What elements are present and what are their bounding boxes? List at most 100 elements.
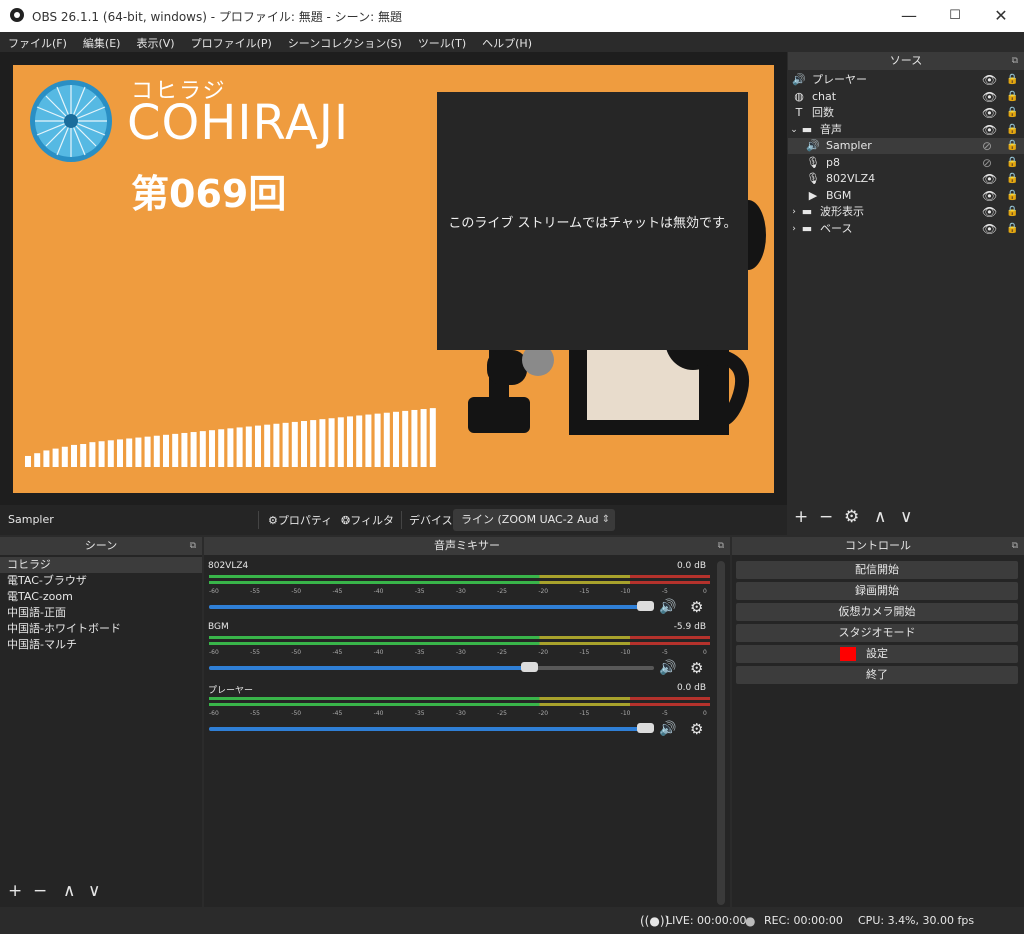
- source-item[interactable]: 🔊 Sampler ⊘ 🔒: [788, 138, 1024, 154]
- scenes-list[interactable]: コヒラジ 電TAC-ブラウザ 電TAC-zoom 中国語-正面 中国語-ホワイト…: [0, 557, 202, 653]
- eye-icon[interactable]: 👁: [982, 188, 997, 204]
- lock-icon[interactable]: 🔒: [1006, 221, 1018, 237]
- umbrella-logo-icon: [30, 80, 112, 162]
- scene-item[interactable]: 電TAC-ブラウザ: [0, 573, 202, 589]
- volume-slider[interactable]: [209, 723, 654, 733]
- float-dock-icon[interactable]: ⧉: [1012, 52, 1018, 70]
- eye-icon[interactable]: 👁: [982, 204, 997, 220]
- source-item[interactable]: T 回数 👁 🔒: [788, 105, 1024, 121]
- add-source-button[interactable]: +: [794, 507, 808, 527]
- scene-item[interactable]: 中国語-正面: [0, 605, 202, 621]
- source-item[interactable]: ⌄ ▬ 音声 👁 🔒: [788, 122, 1024, 138]
- float-dock-icon[interactable]: ⧉: [1012, 537, 1018, 555]
- source-label: 波形表示: [820, 205, 864, 218]
- move-source-up-button[interactable]: ∧: [874, 507, 886, 527]
- chevron-right-icon[interactable]: ›: [787, 204, 801, 220]
- move-scene-down-button[interactable]: ∨: [88, 881, 100, 901]
- exit-button[interactable]: 終了: [736, 666, 1018, 684]
- minimize-button[interactable]: —: [886, 0, 932, 32]
- folder-icon: ▬: [801, 122, 813, 136]
- eye-icon[interactable]: 👁: [982, 105, 997, 121]
- remove-source-button[interactable]: −: [819, 507, 833, 527]
- volume-knob[interactable]: [637, 601, 654, 611]
- preview-area[interactable]: コヒラジ COHIRAJI 第069回 このライブ ストリームではチャットは無効…: [0, 52, 787, 505]
- source-item[interactable]: ◍ chat 👁 🔒: [788, 89, 1024, 105]
- mute-speaker-icon[interactable]: 🔊: [659, 660, 676, 676]
- scene-item[interactable]: コヒラジ: [0, 557, 202, 573]
- menu-view[interactable]: 表示(V): [128, 32, 182, 51]
- eye-hidden-icon[interactable]: ⊘: [982, 155, 992, 171]
- scenes-controls: + − ∧ ∨: [0, 880, 202, 906]
- lock-icon[interactable]: 🔒: [1006, 122, 1018, 138]
- source-item[interactable]: 🎙 802VLZ4 👁 🔒: [788, 171, 1024, 187]
- settings-red-marker: [840, 647, 856, 661]
- source-item[interactable]: › ▬ 波形表示 👁 🔒: [788, 204, 1024, 220]
- channel-gear-icon[interactable]: ⚙: [690, 598, 703, 616]
- scene-item[interactable]: 電TAC-zoom: [0, 589, 202, 605]
- scene-item[interactable]: 中国語-ホワイトボード: [0, 621, 202, 637]
- chevron-updown-icon[interactable]: ⇕: [598, 511, 614, 529]
- remove-scene-button[interactable]: −: [33, 881, 47, 901]
- gear-icon: ⚙: [268, 514, 278, 527]
- menu-help[interactable]: ヘルプ(H): [474, 32, 540, 51]
- chevron-right-icon[interactable]: ›: [787, 221, 801, 237]
- maximize-button[interactable]: ☐: [932, 0, 978, 32]
- rec-indicator-icon: ●: [745, 914, 756, 928]
- source-item[interactable]: › ▬ ベース 👁 🔒: [788, 221, 1024, 237]
- move-scene-up-button[interactable]: ∧: [63, 881, 75, 901]
- close-button[interactable]: ✕: [978, 0, 1024, 32]
- channel-db: 0.0 dB: [676, 683, 706, 693]
- volume-knob[interactable]: [521, 662, 539, 672]
- channel-gear-icon[interactable]: ⚙: [690, 659, 703, 677]
- eye-hidden-icon[interactable]: ⊘: [982, 138, 992, 154]
- sources-list[interactable]: 🔊 プレーヤー 👁 🔒 ◍ chat 👁 🔒 T 回数 👁 🔒 ⌄ ▬ 音声 👁 🔒 🔊 Sampler ⊘ 🔒 🎙 p8 ⊘…: [788, 72, 1024, 492]
- move-source-down-button[interactable]: ∨: [900, 507, 912, 527]
- lock-icon[interactable]: 🔒: [1006, 204, 1018, 220]
- mute-speaker-icon[interactable]: 🔊: [659, 599, 676, 615]
- start-virtual-camera-button[interactable]: 仮想カメラ開始: [736, 603, 1018, 621]
- float-dock-icon[interactable]: ⧉: [718, 537, 724, 555]
- source-item[interactable]: 🔊 プレーヤー 👁 🔒: [788, 72, 1024, 88]
- eye-icon[interactable]: 👁: [982, 171, 997, 187]
- menu-profile[interactable]: プロファイル(P): [183, 32, 280, 51]
- rec-time: REC: 00:00:00: [764, 914, 843, 927]
- menu-file[interactable]: ファイル(F): [0, 32, 75, 51]
- volume-knob[interactable]: [637, 723, 654, 733]
- scale-tick: -40: [373, 710, 384, 717]
- lock-icon[interactable]: 🔒: [1006, 171, 1018, 187]
- source-properties-gear-icon[interactable]: ⚙: [844, 507, 859, 527]
- menu-scene-collection[interactable]: シーンコレクション(S): [280, 32, 410, 51]
- lock-icon[interactable]: 🔒: [1006, 105, 1018, 121]
- preview-canvas[interactable]: コヒラジ COHIRAJI 第069回 このライブ ストリームではチャットは無効…: [13, 65, 774, 493]
- lock-icon[interactable]: 🔒: [1006, 188, 1018, 204]
- lock-icon[interactable]: 🔒: [1006, 138, 1018, 154]
- menu-tools[interactable]: ツール(T): [410, 32, 474, 51]
- device-select[interactable]: ライン (ZOOM UAC-2 Audio): [453, 509, 615, 531]
- float-dock-icon[interactable]: ⧉: [190, 537, 196, 555]
- studio-mode-button[interactable]: スタジオモード: [736, 624, 1018, 642]
- filters-button[interactable]: ❂フィルタ: [341, 512, 394, 528]
- add-scene-button[interactable]: +: [8, 881, 22, 901]
- start-recording-button[interactable]: 録画開始: [736, 582, 1018, 600]
- scene-item[interactable]: 中国語-マルチ: [0, 637, 202, 653]
- chevron-down-icon[interactable]: ⌄: [787, 122, 801, 138]
- lock-icon[interactable]: 🔒: [1006, 155, 1018, 171]
- source-item[interactable]: ▶ BGM 👁 🔒: [788, 188, 1024, 204]
- menu-edit[interactable]: 編集(E): [75, 32, 129, 51]
- mixer-scrollbar[interactable]: [717, 561, 725, 905]
- level-meter: [209, 697, 710, 700]
- start-streaming-button[interactable]: 配信開始: [736, 561, 1018, 579]
- eye-icon[interactable]: 👁: [982, 221, 997, 237]
- lock-icon[interactable]: 🔒: [1006, 89, 1018, 105]
- settings-button[interactable]: 設定: [736, 645, 1018, 663]
- lock-icon[interactable]: 🔒: [1006, 72, 1018, 88]
- eye-icon[interactable]: 👁: [982, 89, 997, 105]
- source-item[interactable]: 🎙 p8 ⊘ 🔒: [788, 155, 1024, 171]
- properties-button[interactable]: ⚙プロパティ: [268, 512, 332, 528]
- volume-slider[interactable]: [209, 662, 654, 672]
- channel-gear-icon[interactable]: ⚙: [690, 720, 703, 738]
- mute-speaker-icon[interactable]: 🔊: [659, 721, 676, 737]
- volume-slider[interactable]: [209, 601, 654, 611]
- eye-icon[interactable]: 👁: [982, 122, 997, 138]
- eye-icon[interactable]: 👁: [982, 72, 997, 88]
